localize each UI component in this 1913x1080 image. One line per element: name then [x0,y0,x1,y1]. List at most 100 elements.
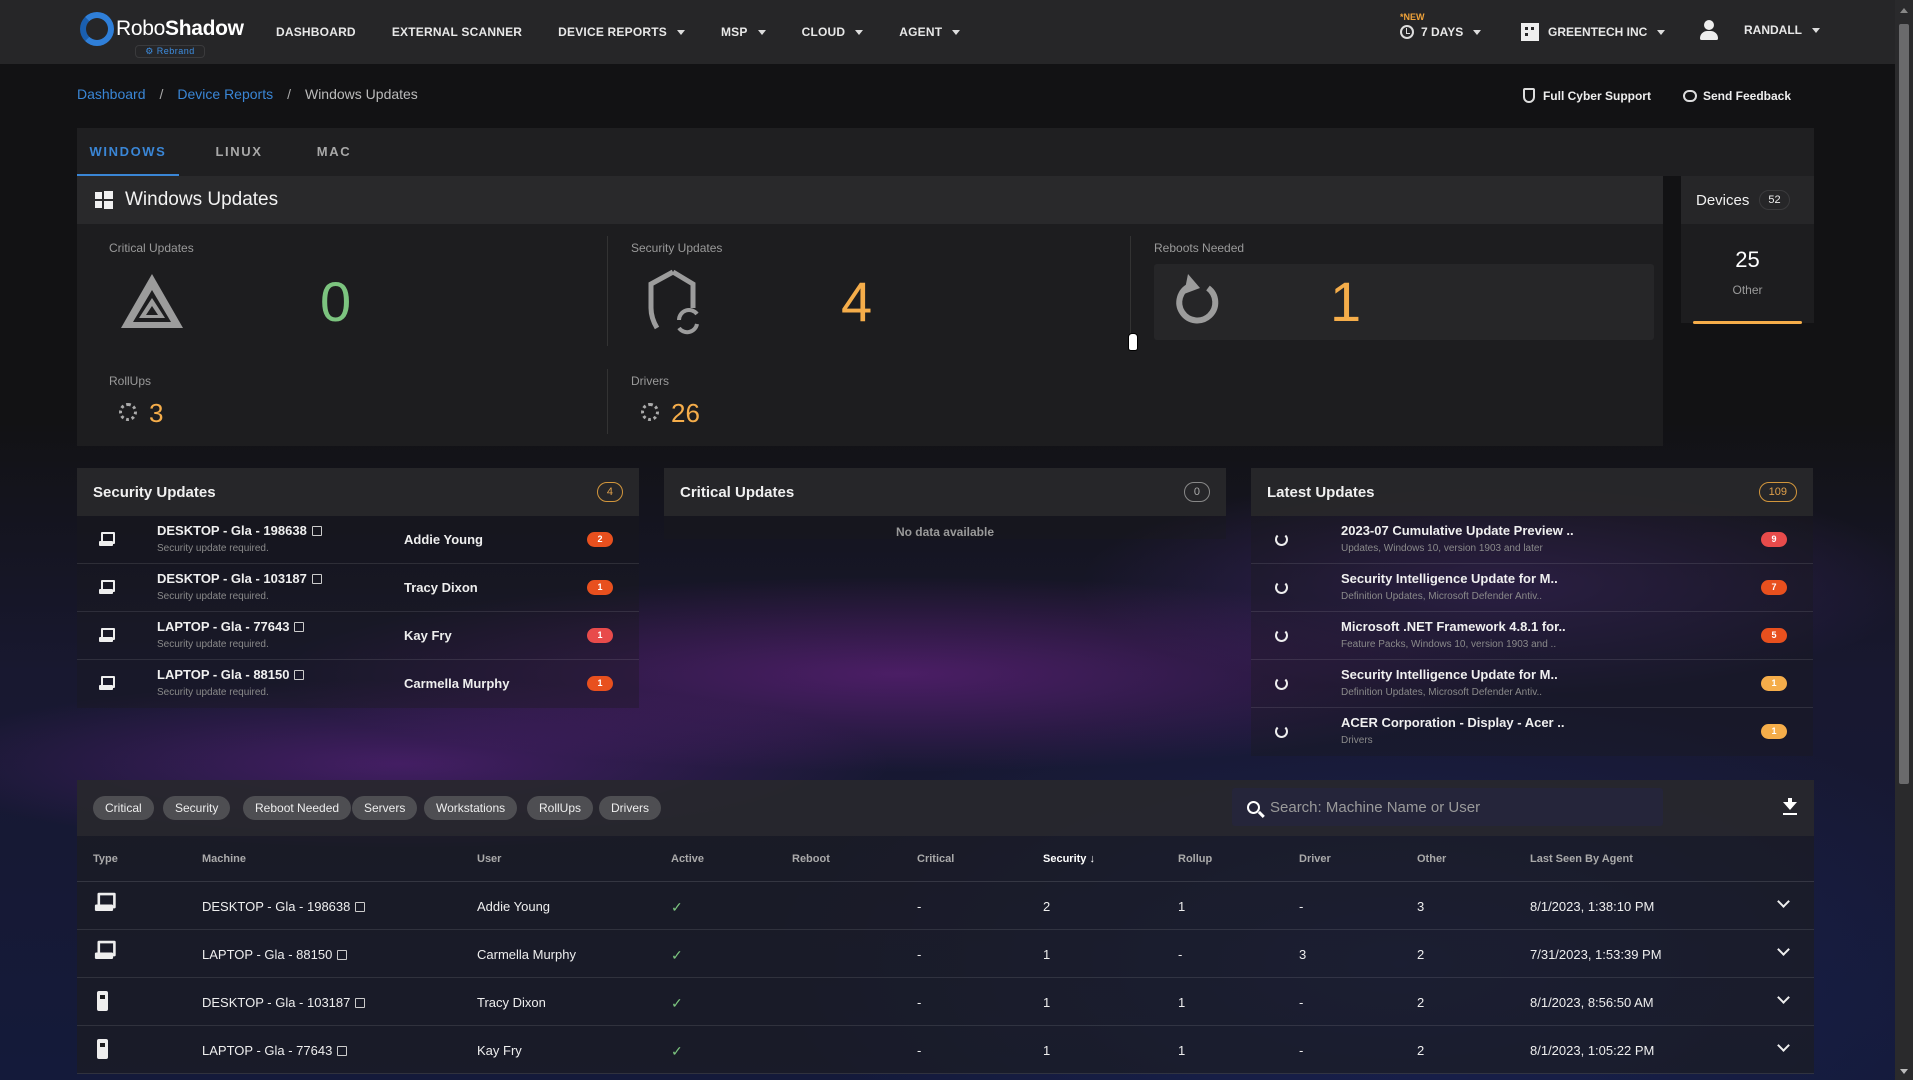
send-feedback-button[interactable]: Send Feedback [1682,88,1791,103]
filter-chip-reboot-needed[interactable]: Reboot Needed [243,796,352,820]
row-note: Security update required. [157,687,269,698]
column-header-active[interactable]: Active [671,853,704,865]
cell-machine[interactable]: DESKTOP - Gla - 198638 [202,899,366,914]
nav-external-scanner[interactable]: EXTERNAL SCANNER [392,25,522,39]
external-link-icon[interactable] [337,950,348,960]
latest-update-item[interactable]: 2023-07 Cumulative Update Preview .. Upda… [1251,516,1813,564]
row-note: Security update required. [157,639,269,650]
column-label: Active [671,853,705,865]
tab-linux[interactable]: LINUX [189,128,289,176]
external-link-icon[interactable] [337,1046,348,1056]
column-header-driver[interactable]: Driver [1299,853,1331,865]
table-row[interactable]: DESKTOP - Gla - 103187 Tracy Dixon ✓ - 1 1 - 2 8… [77,978,1814,1026]
nav-dashboard[interactable]: DASHBOARD [276,25,356,39]
cell-user: Carmella Murphy [477,947,576,962]
column-header-other[interactable]: Other [1417,853,1446,865]
nav-cloud[interactable]: CLOUD [802,25,864,39]
machine-name[interactable]: LAPTOP - Gla - 77643 [157,619,305,634]
reboots-needed-card[interactable]: 1 [1154,264,1654,340]
breadcrumb-device-reports[interactable]: Device Reports [177,86,273,102]
nav-msp[interactable]: MSP [721,25,766,39]
external-link-icon[interactable] [294,670,305,680]
machine-name[interactable]: DESKTOP - Gla - 198638 [157,523,322,538]
filter-chip-workstations[interactable]: Workstations [424,796,518,820]
column-header-rollup[interactable]: Rollup [1178,853,1212,865]
full-cyber-support-button[interactable]: Full Cyber Support [1522,88,1651,103]
machine-name[interactable]: DESKTOP - Gla - 103187 [157,571,322,586]
update-title: Security Intelligence Update for M.. [1341,571,1558,586]
scroll-down-arrow[interactable] [1900,1069,1908,1074]
column-header-user[interactable]: User [477,853,501,865]
external-link-icon[interactable] [355,902,366,912]
latest-update-item[interactable]: ACER Corporation - Display - Acer .. Driv… [1251,708,1813,756]
time-range-dropdown[interactable]: 7 DAYS [1400,0,1482,64]
user-name: Carmella Murphy [404,676,510,691]
cell-machine[interactable]: LAPTOP - Gla - 77643 [202,1043,348,1058]
panel-title: Critical Updates [680,483,795,501]
chevron-down-icon[interactable] [1777,1039,1790,1052]
chevron-down-icon[interactable] [1777,943,1790,956]
scroll-up-arrow[interactable] [1900,8,1908,13]
column-header-security[interactable]: Security ↓ [1043,853,1095,865]
column-header-last-seen-by-agent[interactable]: Last Seen By Agent [1530,853,1633,865]
column-header-reboot[interactable]: Reboot [792,853,830,865]
nav-agent[interactable]: AGENT [899,25,961,39]
security-list-item[interactable]: LAPTOP - Gla - 77643 Security update requ… [77,612,639,660]
cell-driver: - [1299,899,1304,914]
column-header-critical[interactable]: Critical [917,853,954,865]
security-list-item[interactable]: LAPTOP - Gla - 88150 Security update requ… [77,660,639,708]
tab-windows[interactable]: WINDOWS [77,128,179,176]
latest-update-item[interactable]: Security Intelligence Update for M.. Defi… [1251,564,1813,612]
external-link-icon[interactable] [311,526,322,536]
company-dropdown[interactable]: GREENTECH INC [1521,0,1666,64]
table-row[interactable]: LAPTOP - Gla - 88150 Carmella Murphy ✓ - 1 - 3… [77,930,1814,978]
restart-icon [1176,274,1219,324]
user-label: RANDALL [1744,23,1802,37]
filter-chip-critical[interactable]: Critical [93,796,154,820]
column-header-type[interactable]: Type [93,853,118,865]
cell-machine[interactable]: LAPTOP - Gla - 88150 [202,947,348,962]
filter-chip-rollups[interactable]: RollUps [527,796,594,820]
chevron-down-icon[interactable] [1777,991,1790,1004]
download-icon[interactable] [1783,798,1797,816]
tab-mac[interactable]: MAC [289,128,379,176]
cell-other: 2 [1417,1043,1425,1058]
panel-header: Security Updates 4 [77,468,639,516]
security-list-item[interactable]: DESKTOP - Gla - 103187 Security update re… [77,564,639,612]
table-row[interactable]: LAPTOP - Gla - 77643 Kay Fry ✓ - 1 1 - 2 8/1/202… [77,1026,1814,1074]
chevron-down-icon[interactable] [1777,895,1790,908]
panel-count: 0 [1183,482,1210,502]
filter-chip-drivers[interactable]: Drivers [599,796,661,820]
scroll-thumb[interactable] [1899,24,1909,784]
filter-chip-security[interactable]: Security [163,796,231,820]
update-category: Drivers [1341,735,1373,746]
latest-update-item[interactable]: Security Intelligence Update for M.. Defi… [1251,660,1813,708]
latest-update-item[interactable]: Microsoft .NET Framework 4.8.1 for.. Feat… [1251,612,1813,660]
cell-other: 3 [1417,899,1425,914]
chevron-down-icon [1657,29,1666,35]
security-updates-label: Security Updates [631,241,723,255]
panel-header: Latest Updates 109 [1251,468,1813,516]
update-icon [1275,629,1288,642]
filter-chip-servers[interactable]: Servers [352,796,418,820]
devices-title: Devices [1696,191,1750,209]
nav-device-reports[interactable]: DEVICE REPORTS [558,25,685,39]
column-header-machine[interactable]: Machine [202,853,246,865]
search-input[interactable] [1270,798,1650,816]
user-dropdown[interactable]: RANDALL [1700,0,1820,62]
cell-last-seen: 8/1/2023, 1:05:22 PM [1530,1043,1655,1058]
external-link-icon[interactable] [355,998,366,1008]
external-link-icon[interactable] [294,622,305,632]
logo[interactable]: RoboShadow [80,12,244,46]
rebrand-button[interactable]: ⚙ Rebrand [135,45,205,58]
cell-machine[interactable]: DESKTOP - Gla - 103187 [202,995,366,1010]
security-list-item[interactable]: DESKTOP - Gla - 198638 Security update re… [77,516,639,564]
page-scrollbar[interactable] [1895,0,1913,1080]
breadcrumb-dashboard[interactable]: Dashboard [77,86,146,102]
external-link-icon[interactable] [311,574,322,584]
drivers-label: Drivers [631,374,669,388]
divider [1130,236,1131,346]
critical-updates-value: 0 [320,270,352,333]
machine-name[interactable]: LAPTOP - Gla - 88150 [157,667,305,682]
table-row[interactable]: DESKTOP - Gla - 198638 Addie Young ✓ - 2 1 - 3 8… [77,882,1814,930]
